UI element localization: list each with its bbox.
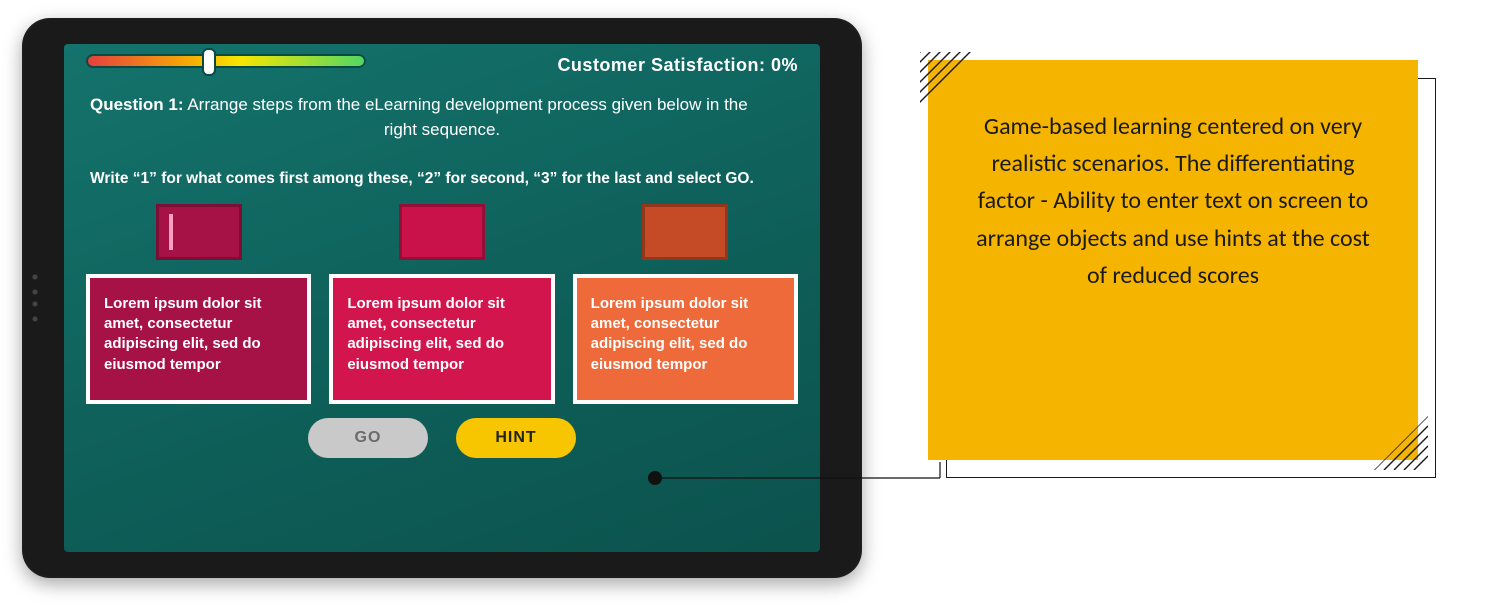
order-input-3[interactable] <box>642 204 728 260</box>
step-card-1[interactable]: Lorem ipsum dolor sit amet, consectetur … <box>86 274 311 404</box>
annotation-callout: Game-based learning centered on very rea… <box>928 60 1418 460</box>
callout-body: Game-based learning centered on very rea… <box>928 60 1418 460</box>
step-card-3[interactable]: Lorem ipsum dolor sit amet, consectetur … <box>573 274 798 404</box>
order-input-2[interactable] <box>399 204 485 260</box>
question-text-b: right sequence. <box>90 119 794 142</box>
answer-column-2: Lorem ipsum dolor sit amet, consectetur … <box>329 204 554 404</box>
meter-knob[interactable] <box>204 50 214 74</box>
question-text-a: Arrange steps from the eLearning develop… <box>187 95 747 114</box>
meter-track <box>86 54 366 68</box>
tablet-frame: Customer Satisfaction: 0% Question 1: Ar… <box>22 18 862 578</box>
hint-button[interactable]: HINT <box>456 418 576 458</box>
question-instruction: Write “1” for what comes first among the… <box>90 170 794 188</box>
question-block: Question 1: Arrange steps from the eLear… <box>64 80 820 194</box>
answer-column-1: Lorem ipsum dolor sit amet, consectetur … <box>86 204 311 404</box>
callout-text: Game-based learning centered on very rea… <box>976 112 1370 290</box>
go-button[interactable]: GO <box>308 418 428 458</box>
action-buttons: GO HINT <box>64 418 820 458</box>
top-bar: Customer Satisfaction: 0% <box>64 44 820 80</box>
text-cursor <box>169 214 173 250</box>
answer-column-3: Lorem ipsum dolor sit amet, consectetur … <box>573 204 798 404</box>
satisfaction-meter <box>86 54 366 76</box>
answer-columns: Lorem ipsum dolor sit amet, consectetur … <box>64 194 820 404</box>
game-screen: Customer Satisfaction: 0% Question 1: Ar… <box>64 44 820 552</box>
order-input-1[interactable] <box>156 204 242 260</box>
step-card-2[interactable]: Lorem ipsum dolor sit amet, consectetur … <box>329 274 554 404</box>
satisfaction-label: Customer Satisfaction: 0% <box>557 55 798 76</box>
question-number: Question 1: <box>90 95 184 114</box>
